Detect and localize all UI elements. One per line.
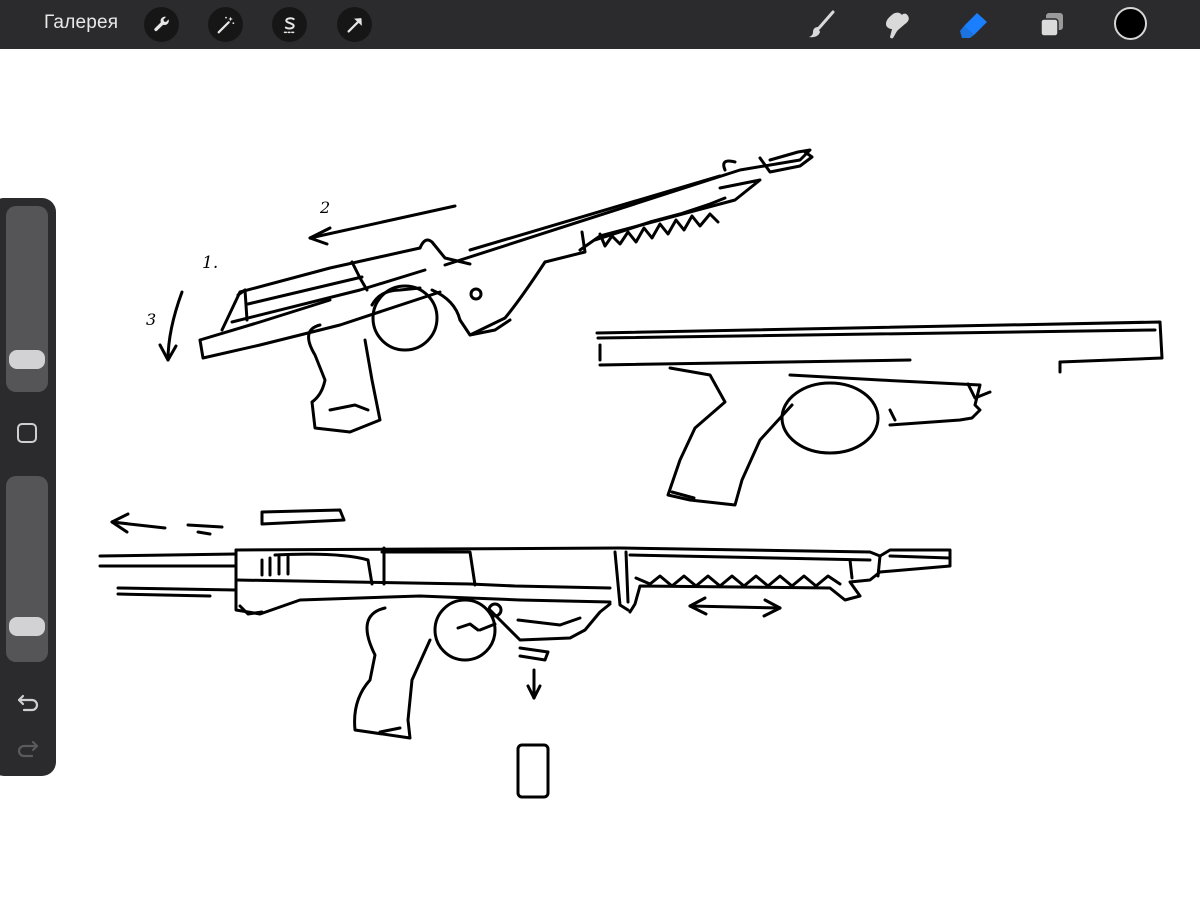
redo-icon <box>17 740 39 758</box>
brush-size-thumb[interactable] <box>9 349 45 369</box>
transform-button[interactable] <box>337 7 372 42</box>
top-toolbar: Галерея <box>0 0 1200 49</box>
left-sidebar <box>0 198 56 776</box>
layers-button[interactable] <box>1033 6 1071 44</box>
arrow-cursor-icon <box>346 17 362 33</box>
selection-s-icon <box>283 16 296 33</box>
undo-icon <box>17 694 39 712</box>
actions-button[interactable] <box>144 7 179 42</box>
brush-button[interactable] <box>802 6 840 44</box>
sketch-label-1: 1. <box>202 253 218 273</box>
sketch-side-profile <box>595 320 1164 507</box>
layers-icon <box>1040 13 1063 37</box>
modify-button[interactable] <box>17 423 37 443</box>
sketch-artwork: 2 1. 3 <box>98 148 1164 799</box>
sketch-label-3: 3 <box>146 310 156 329</box>
sketch-label-2: 2 <box>319 198 330 217</box>
eraser-icon <box>960 13 987 38</box>
redo-button[interactable] <box>14 734 42 760</box>
smudge-button[interactable] <box>878 6 916 44</box>
drawing-canvas[interactable]: 2 1. 3 <box>0 49 1200 900</box>
color-swatch[interactable] <box>1114 7 1147 40</box>
wrench-icon <box>153 16 169 31</box>
undo-button[interactable] <box>14 688 42 714</box>
brush-size-slider[interactable] <box>6 206 48 392</box>
opacity-slider[interactable] <box>6 476 48 662</box>
brush-icon <box>809 10 835 38</box>
opacity-thumb[interactable] <box>9 616 45 636</box>
smudge-icon <box>886 12 909 39</box>
gallery-button[interactable]: Галерея <box>44 12 118 34</box>
selection-button[interactable] <box>272 7 307 42</box>
sketch-bullpup-carbine <box>98 508 952 799</box>
magic-wand-icon <box>217 16 234 33</box>
eraser-button[interactable] <box>955 6 993 44</box>
sketch-angled-pistol <box>158 148 814 434</box>
adjustments-button[interactable] <box>208 7 243 42</box>
